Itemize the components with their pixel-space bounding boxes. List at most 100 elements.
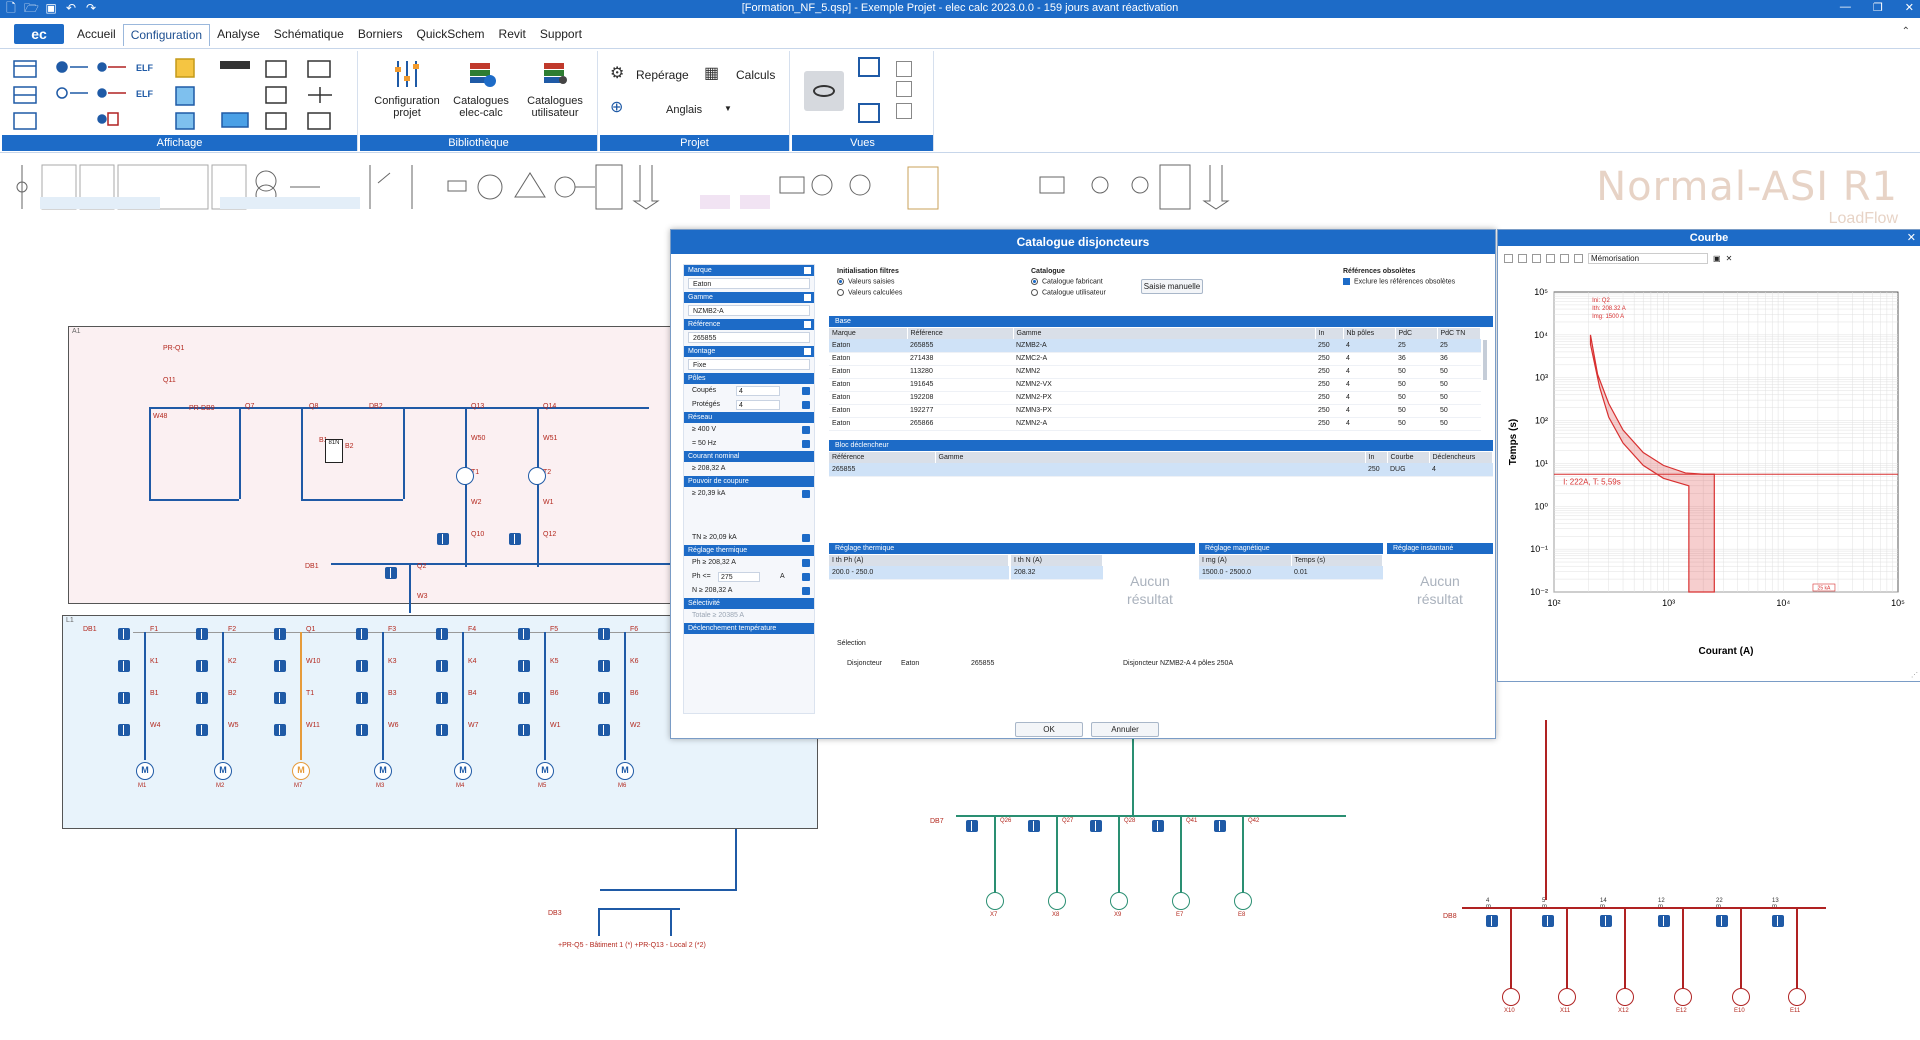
catalog-book-icon[interactable]: [196, 724, 208, 736]
catalog-book-icon[interactable]: [436, 724, 448, 736]
toolbar-icon[interactable]: [1560, 253, 1569, 263]
catalog-book-icon[interactable]: [598, 628, 610, 640]
catalog-book-icon[interactable]: [118, 692, 130, 704]
collapse-ribbon-icon[interactable]: ⌃: [1902, 26, 1910, 37]
catalog-book-icon[interactable]: [274, 628, 286, 640]
init-valeurs-saisies-radio[interactable]: Valeurs saisies: [837, 278, 1027, 285]
motor-icon[interactable]: M: [454, 762, 472, 780]
table-row[interactable]: 208.32: [1011, 566, 1103, 580]
toolbar-icon[interactable]: [1518, 253, 1527, 263]
annuler-button[interactable]: Annuler: [1091, 722, 1159, 737]
ok-button[interactable]: OK: [1015, 722, 1083, 737]
tab-support[interactable]: Support: [533, 24, 589, 46]
filter-montage-select[interactable]: Fixe: [688, 359, 810, 370]
load-icon[interactable]: [1616, 988, 1634, 1006]
tab-quickschem[interactable]: QuickSchem: [410, 24, 492, 46]
toolbar-icon[interactable]: [1546, 253, 1555, 263]
catalog-book-icon[interactable]: [196, 660, 208, 672]
catalog-book-icon[interactable]: [1090, 820, 1102, 832]
transformer-t2-icon[interactable]: [528, 467, 546, 485]
filter-gamme-checkbox[interactable]: [804, 294, 811, 301]
tab-schematique[interactable]: Schématique: [267, 24, 351, 46]
catalog-book-icon[interactable]: [274, 692, 286, 704]
load-icon[interactable]: [1048, 892, 1066, 910]
table-row[interactable]: Eaton 271438 NZMC2-A 250 4 36 36: [829, 352, 1481, 366]
motor-icon[interactable]: M: [136, 762, 154, 780]
catalog-book-icon[interactable]: [1658, 915, 1670, 927]
catalog-book-icon[interactable]: [436, 692, 448, 704]
close-icon[interactable]: ✕: [1907, 231, 1916, 244]
transformer-t1-icon[interactable]: [456, 467, 474, 485]
catalog-book-icon[interactable]: [518, 724, 530, 736]
catalog-book-icon[interactable]: [437, 533, 449, 545]
catalog-book-icon[interactable]: [1152, 820, 1164, 832]
app-logo-button[interactable]: ec: [14, 24, 64, 44]
table-row[interactable]: Eaton 192277 NZMN3-PX 250 4 50 50: [829, 404, 1481, 418]
catalog-book-icon[interactable]: [1716, 915, 1728, 927]
catalog-book-icon[interactable]: [118, 628, 130, 640]
table-row[interactable]: Eaton 192208 NZMN2-PX 250 4 50 50: [829, 391, 1481, 405]
tab-configuration[interactable]: Configuration: [122, 24, 211, 46]
resize-grip-icon[interactable]: ⋰: [1911, 671, 1918, 679]
catalog-book-icon[interactable]: [1028, 820, 1040, 832]
tab-analyse[interactable]: Analyse: [210, 24, 267, 46]
save-icon[interactable]: ▣: [1713, 254, 1721, 263]
memorisation-select[interactable]: Mémorisation: [1588, 252, 1708, 264]
load-icon[interactable]: [1234, 892, 1252, 910]
catalog-book-icon[interactable]: [436, 628, 448, 640]
n-min-checkbox[interactable]: [802, 587, 810, 595]
catalog-book-icon[interactable]: [385, 567, 397, 579]
breaker-b1-icon[interactable]: 81N: [325, 439, 343, 463]
catalogues-utilisateur-button[interactable]: Catalogues utilisateur: [520, 59, 590, 119]
catalog-book-icon[interactable]: [436, 660, 448, 672]
camera-icon[interactable]: [858, 57, 880, 77]
proteges-select[interactable]: 4: [736, 400, 780, 410]
catalog-book-icon[interactable]: [274, 660, 286, 672]
ph-min-checkbox[interactable]: [802, 559, 810, 567]
catalog-book-icon[interactable]: [1600, 915, 1612, 927]
catalog-book-icon[interactable]: [356, 660, 368, 672]
catalog-book-icon[interactable]: [598, 692, 610, 704]
table-row[interactable]: Eaton 265855 NZMB2-A 250 4 25 25: [829, 339, 1481, 353]
tab-accueil[interactable]: Accueil: [70, 24, 123, 46]
catalog-book-icon[interactable]: [518, 660, 530, 672]
catalog-book-icon[interactable]: [196, 692, 208, 704]
tn-checkbox[interactable]: [802, 534, 810, 542]
catalog-book-icon[interactable]: [1542, 915, 1554, 927]
toolbar-icon[interactable]: [1504, 253, 1513, 263]
table-row[interactable]: Eaton 265866 NZMN2-A 250 4 50 50: [829, 417, 1481, 431]
reperage-button[interactable]: Repérage: [636, 68, 689, 82]
motor-icon[interactable]: M: [616, 762, 634, 780]
configuration-projet-button[interactable]: Configuration projet: [374, 59, 440, 119]
base-table-scrollbar[interactable]: [1483, 340, 1487, 380]
load-icon[interactable]: [1732, 988, 1750, 1006]
delete-icon[interactable]: ✕: [1726, 254, 1733, 263]
view-delete-icon[interactable]: [896, 103, 912, 119]
reseau-voltage-checkbox[interactable]: [802, 426, 810, 434]
catalog-book-icon[interactable]: [966, 820, 978, 832]
catalog-book-icon[interactable]: [356, 724, 368, 736]
toolbar-icon[interactable]: [1574, 253, 1583, 263]
filter-marque-checkbox[interactable]: [804, 267, 811, 274]
load-icon[interactable]: [1110, 892, 1128, 910]
coupes-checkbox[interactable]: [802, 387, 810, 395]
table-row[interactable]: 1500.0 - 2500.0 0.01: [1199, 566, 1383, 580]
filter-reference-input[interactable]: 265855: [688, 332, 810, 343]
load-icon[interactable]: [1788, 988, 1806, 1006]
table-row[interactable]: 200.0 - 250.0: [829, 566, 1009, 580]
load-icon[interactable]: [1172, 892, 1190, 910]
tab-revit[interactable]: Revit: [492, 24, 533, 46]
tab-borniers[interactable]: Borniers: [351, 24, 410, 46]
minimize-button[interactable]: —: [1840, 1, 1851, 14]
catalog-book-icon[interactable]: [509, 533, 521, 545]
close-button[interactable]: ✕: [1905, 1, 1914, 14]
camera-target-icon[interactable]: [858, 103, 880, 123]
motor-icon[interactable]: M: [214, 762, 232, 780]
catalog-book-icon[interactable]: [356, 628, 368, 640]
toolbar-icon[interactable]: [1532, 253, 1541, 263]
language-select[interactable]: Anglais: [666, 104, 702, 116]
catalog-book-icon[interactable]: [598, 660, 610, 672]
pdc-checkbox[interactable]: [802, 490, 810, 498]
init-valeurs-calculees-radio[interactable]: Valeurs calculées: [837, 289, 1027, 297]
catalogues-elec-calc-button[interactable]: Catalogues elec-calc: [448, 59, 514, 119]
